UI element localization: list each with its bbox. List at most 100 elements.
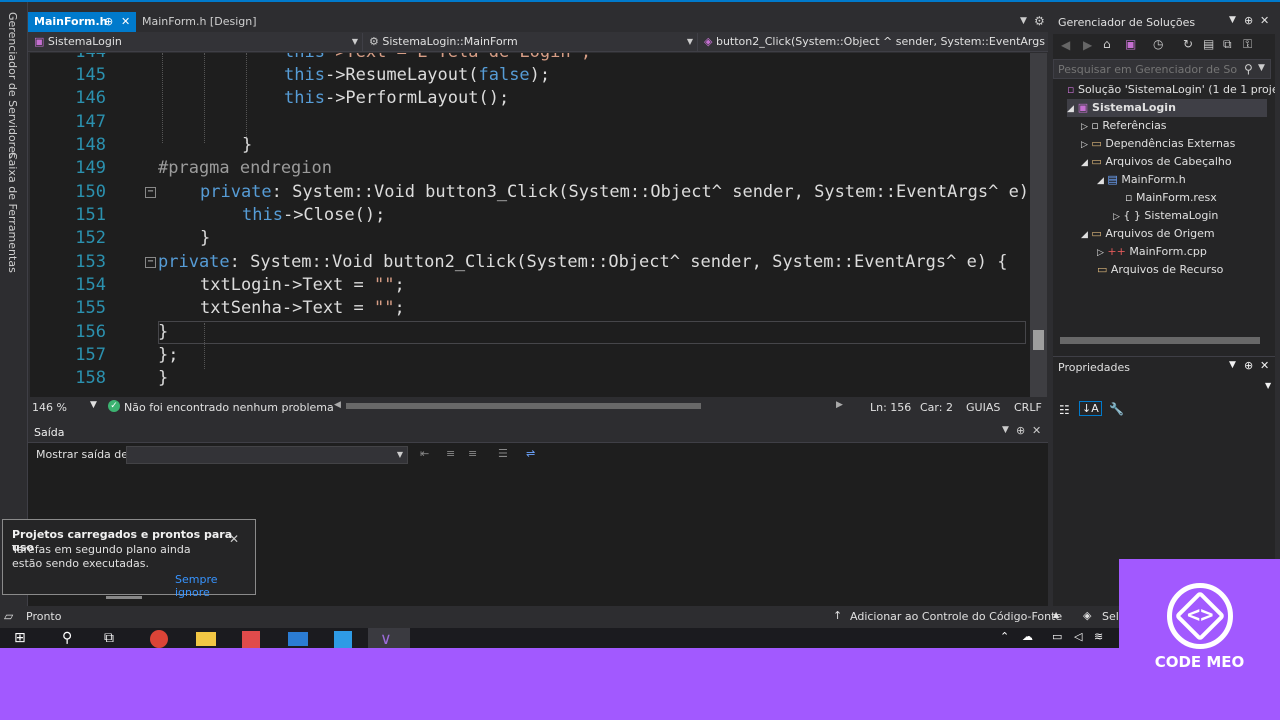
tree-item-mainform-resx[interactable]: ▫ MainForm.resx: [1125, 189, 1217, 207]
zoom-level[interactable]: 146 %: [32, 401, 67, 414]
volume-icon[interactable]: ◁: [1074, 630, 1082, 643]
sync-icon[interactable]: ↻: [1183, 37, 1193, 51]
scope-dropdown[interactable]: ⚙ SistemaLogin::MainForm ▼: [363, 33, 698, 51]
solution-horizontal-scroll-thumb[interactable]: [1060, 337, 1260, 344]
pin-icon[interactable]: ⊕: [1016, 424, 1025, 437]
tree-item-label: Arquivos de Cabeçalho: [1105, 155, 1232, 168]
pin-icon[interactable]: ⊕: [104, 12, 113, 32]
close-icon[interactable]: ✕: [1032, 424, 1041, 437]
windows-start-icon[interactable]: ⊞: [14, 630, 26, 646]
code-text: }: [200, 228, 211, 248]
side-tab-toolbox[interactable]: Caixa de Ferramentas: [6, 152, 19, 273]
battery-icon[interactable]: ▭: [1052, 630, 1062, 643]
photos-icon[interactable]: [334, 631, 352, 648]
issues-text[interactable]: Não foi encontrado nenhum problema: [124, 401, 334, 414]
store-icon[interactable]: [242, 631, 260, 648]
settings-gear-icon[interactable]: ⚙: [1034, 14, 1045, 28]
back-icon[interactable]: ◀: [1061, 38, 1070, 52]
categorized-icon[interactable]: ☷: [1059, 403, 1070, 417]
task-view-icon[interactable]: ⧉: [104, 630, 114, 646]
switch-views-icon[interactable]: ▣: [1125, 37, 1136, 51]
chrome-icon[interactable]: [150, 630, 168, 648]
solution-search-box[interactable]: ⚲ ▼: [1053, 59, 1271, 79]
code-line: 146 this->PerformLayout();: [30, 87, 1030, 110]
clear-all-icon[interactable]: ☰: [498, 447, 508, 460]
properties-icon[interactable]: ⚿: [1243, 37, 1252, 52]
scroll-right-icon[interactable]: ▶: [836, 400, 843, 410]
tree-item-resource-files[interactable]: ▭ Arquivos de Recurso: [1097, 261, 1223, 279]
pin-icon[interactable]: ⊕: [1244, 359, 1253, 372]
pending-changes-icon[interactable]: ◷: [1153, 37, 1163, 51]
editor-scroll-thumb[interactable]: [1033, 330, 1044, 350]
chevron-down-icon[interactable]: ▼: [1229, 360, 1236, 370]
source-control-button[interactable]: Adicionar ao Controle do Código-Fonte: [850, 610, 1062, 623]
output-panel-header: Saída ▼ ⊕ ✕: [28, 422, 1048, 442]
solution-search-input[interactable]: [1058, 62, 1238, 76]
find-message-icon[interactable]: ⇤: [420, 447, 429, 460]
tree-item-namespace[interactable]: ▷ { } SistemaLogin: [1113, 207, 1218, 225]
chevron-down-icon[interactable]: ▼: [1258, 63, 1265, 73]
eol-indicator[interactable]: CRLF: [1014, 401, 1042, 414]
project-icon: ▣: [1077, 101, 1089, 114]
tree-item-header-files[interactable]: ◢ ▭ Arquivos de Cabeçalho: [1081, 153, 1232, 171]
chevron-down-icon[interactable]: ▼: [1229, 15, 1236, 25]
project-dropdown[interactable]: ▣ SistemaLogin ▼: [28, 33, 363, 51]
forward-icon[interactable]: ▶: [1083, 38, 1092, 52]
tree-item-mainform-h[interactable]: ◢ ▤ MainForm.h: [1097, 171, 1186, 189]
tabs-indicator[interactable]: GUIAS: [966, 401, 1000, 414]
tree-item-project[interactable]: ◢ ▣ SistemaLogin: [1067, 99, 1267, 117]
close-icon[interactable]: ✕: [121, 12, 130, 32]
tray-caret-icon[interactable]: ⌃: [1000, 630, 1009, 643]
show-all-files-icon[interactable]: ⧉: [1223, 37, 1232, 52]
search-icon[interactable]: ⚲: [1244, 62, 1253, 76]
wrench-icon[interactable]: 🔧: [1109, 402, 1124, 416]
chevron-down-icon[interactable]: ▼: [1265, 381, 1271, 390]
close-icon[interactable]: ✕: [229, 532, 239, 546]
scroll-left-icon[interactable]: ◀: [334, 400, 341, 410]
cloud-icon[interactable]: ☁: [1022, 630, 1033, 643]
tab-mainform-design[interactable]: MainForm.h [Design]: [136, 12, 286, 32]
tree-item-references[interactable]: ▷ ▫ Referências: [1081, 117, 1167, 135]
output-title: Saída: [34, 426, 65, 439]
home-icon[interactable]: ⌂: [1103, 37, 1111, 51]
file-explorer-icon[interactable]: [196, 632, 216, 646]
always-ignore-link[interactable]: Sempre ignore: [175, 573, 255, 599]
collapse-toggle-icon[interactable]: −: [145, 257, 156, 268]
pin-icon[interactable]: ⊕: [1244, 14, 1253, 27]
tree-item-solution[interactable]: ▫ Solução 'SistemaLogin' (1 de 1 projeto…: [1067, 81, 1275, 99]
chevron-down-icon: ▼: [686, 37, 693, 46]
line-number: 155: [75, 298, 106, 318]
wifi-icon[interactable]: ≋: [1094, 630, 1103, 643]
word-wrap-icon[interactable]: ⇌: [526, 447, 535, 460]
solution-tree: ▫ Solução 'SistemaLogin' (1 de 1 projeto…: [1053, 81, 1275, 341]
tree-item-label: SistemaLogin: [1092, 101, 1176, 114]
properties-title: Propriedades: [1058, 361, 1130, 374]
output-resize-handle[interactable]: [106, 596, 142, 599]
zoom-dropdown-icon[interactable]: ▼: [90, 400, 97, 410]
output-source-select[interactable]: ▼: [126, 446, 408, 464]
title-accent-line: [0, 0, 1280, 2]
collapse-all-icon[interactable]: ▤: [1203, 37, 1214, 51]
member-dropdown[interactable]: ◈ button2_Click(System::Object ^ sender,…: [698, 33, 1048, 51]
close-icon[interactable]: ✕: [1260, 14, 1269, 27]
close-icon[interactable]: ✕: [1260, 359, 1269, 372]
side-tab-server-explorer[interactable]: Gerenciador de Servidores: [6, 12, 19, 158]
tree-item-source-files[interactable]: ◢ ▭ Arquivos de Origem: [1081, 225, 1215, 243]
horizontal-scroll-thumb[interactable]: [346, 403, 701, 409]
tab-overflow-icon[interactable]: ▼: [1020, 16, 1027, 26]
next-message-icon[interactable]: ≡: [468, 447, 477, 460]
alphabetical-icon[interactable]: ↓A: [1079, 401, 1102, 416]
collapse-toggle-icon[interactable]: −: [145, 187, 156, 198]
side-tool-strip: Gerenciador de Servidores Caixa de Ferra…: [0, 2, 28, 606]
notification-icon[interactable]: ▱: [4, 609, 13, 623]
mail-icon[interactable]: [288, 632, 308, 646]
search-icon[interactable]: ⚲: [62, 630, 72, 646]
line-number: 158: [75, 368, 106, 388]
prev-message-icon[interactable]: ≡: [446, 447, 455, 460]
tree-item-mainform-cpp[interactable]: ▷ ++ MainForm.cpp: [1097, 243, 1207, 261]
code-editor[interactable]: 144 this->Text = L"Tela de Login"; 145 thi…: [30, 53, 1030, 397]
chevron-down-icon[interactable]: ▼: [1002, 425, 1009, 435]
tab-mainform-h[interactable]: MainForm.h ⊕ ✕: [28, 12, 136, 32]
tree-item-external-deps[interactable]: ▷ ▭ Dependências Externas: [1081, 135, 1235, 153]
code-text: }: [242, 135, 253, 155]
